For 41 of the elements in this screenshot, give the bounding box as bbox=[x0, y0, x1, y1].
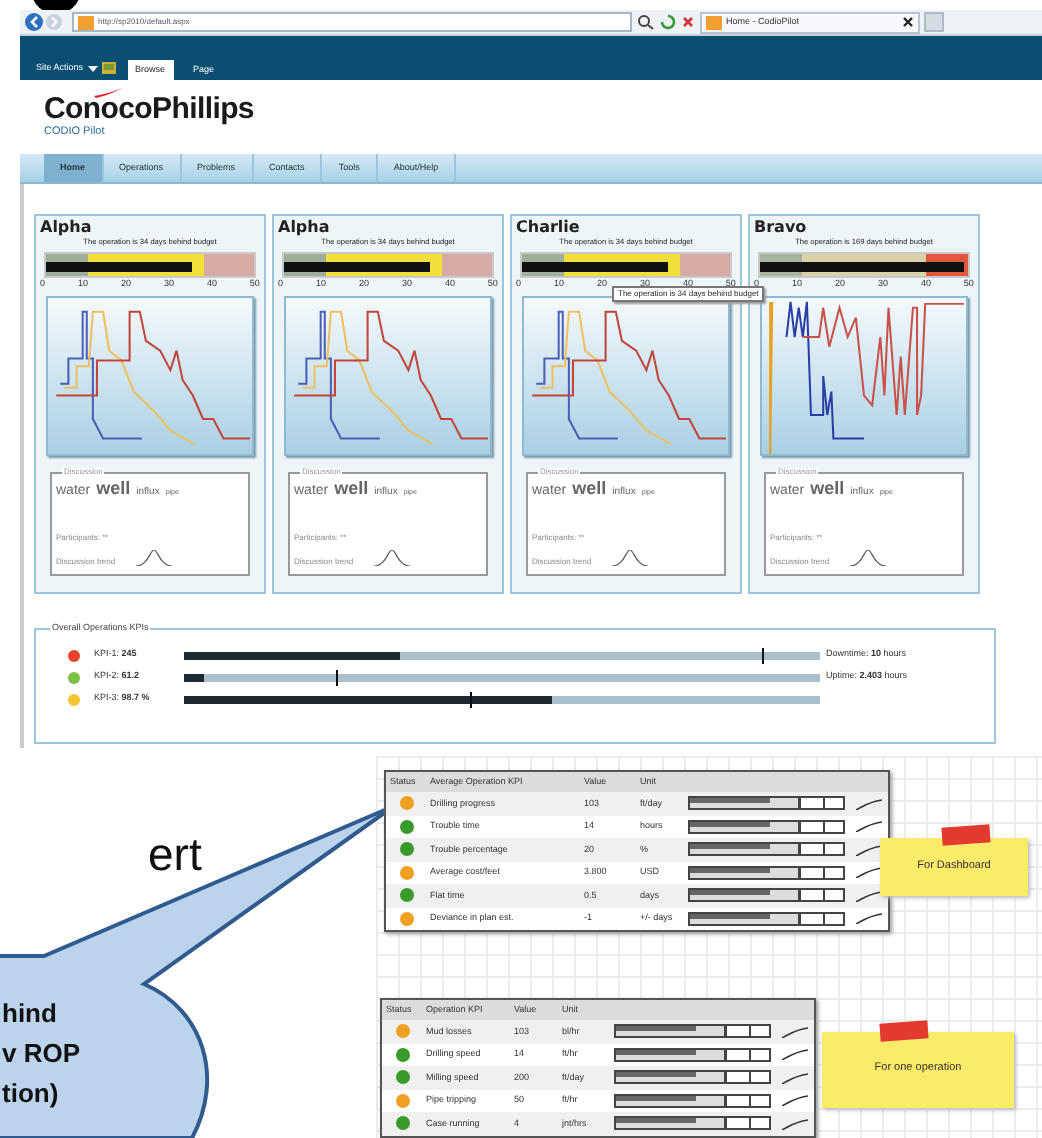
sparkline-icon bbox=[856, 820, 882, 833]
search-icon bbox=[636, 14, 656, 30]
sparkline-icon bbox=[856, 866, 882, 879]
card-title: Alpha bbox=[278, 220, 332, 236]
range-band bbox=[442, 253, 492, 276]
card-title: Charlie bbox=[516, 220, 582, 236]
page-icon bbox=[78, 15, 94, 29]
tag-word[interactable]: well bbox=[810, 480, 845, 499]
card-title: Alpha bbox=[40, 220, 94, 236]
stop-icon bbox=[680, 14, 696, 30]
refresh-icon bbox=[660, 14, 676, 30]
sparkline-icon bbox=[856, 843, 882, 856]
bell-curve-icon bbox=[373, 550, 410, 567]
sparkline-icon bbox=[782, 1094, 808, 1107]
callout-text: hind v ROP tion) bbox=[2, 996, 81, 1112]
sparkline-icon bbox=[856, 889, 882, 902]
range-band bbox=[680, 253, 730, 276]
bell-curve-icon bbox=[135, 550, 172, 567]
logo-text: ConocoPhillips bbox=[44, 94, 254, 125]
bell-curve-icon bbox=[849, 550, 886, 567]
tape-strip bbox=[941, 824, 991, 846]
sparkline-icon bbox=[782, 1025, 808, 1038]
range-band bbox=[204, 253, 254, 276]
caret-icon bbox=[87, 65, 98, 71]
new-tab-button[interactable] bbox=[924, 12, 944, 32]
card-title: Bravo bbox=[754, 220, 809, 236]
logo-swoosh-icon bbox=[94, 88, 122, 99]
sparkline-icon bbox=[856, 912, 882, 925]
slide-text: ert bbox=[148, 832, 202, 878]
sparkline-icon bbox=[856, 797, 882, 810]
folder-icon bbox=[101, 62, 116, 74]
tag-word[interactable]: well bbox=[334, 480, 369, 499]
tag-word[interactable]: well bbox=[96, 480, 131, 499]
page-icon bbox=[706, 15, 722, 29]
close-icon bbox=[902, 16, 914, 28]
bell-curve-icon bbox=[611, 550, 648, 567]
sparkline-icon bbox=[782, 1071, 808, 1084]
tag-word[interactable]: well bbox=[572, 480, 607, 499]
sparkline-icon bbox=[782, 1117, 808, 1130]
tape-strip bbox=[879, 1020, 929, 1042]
sparkline-icon bbox=[782, 1048, 808, 1061]
